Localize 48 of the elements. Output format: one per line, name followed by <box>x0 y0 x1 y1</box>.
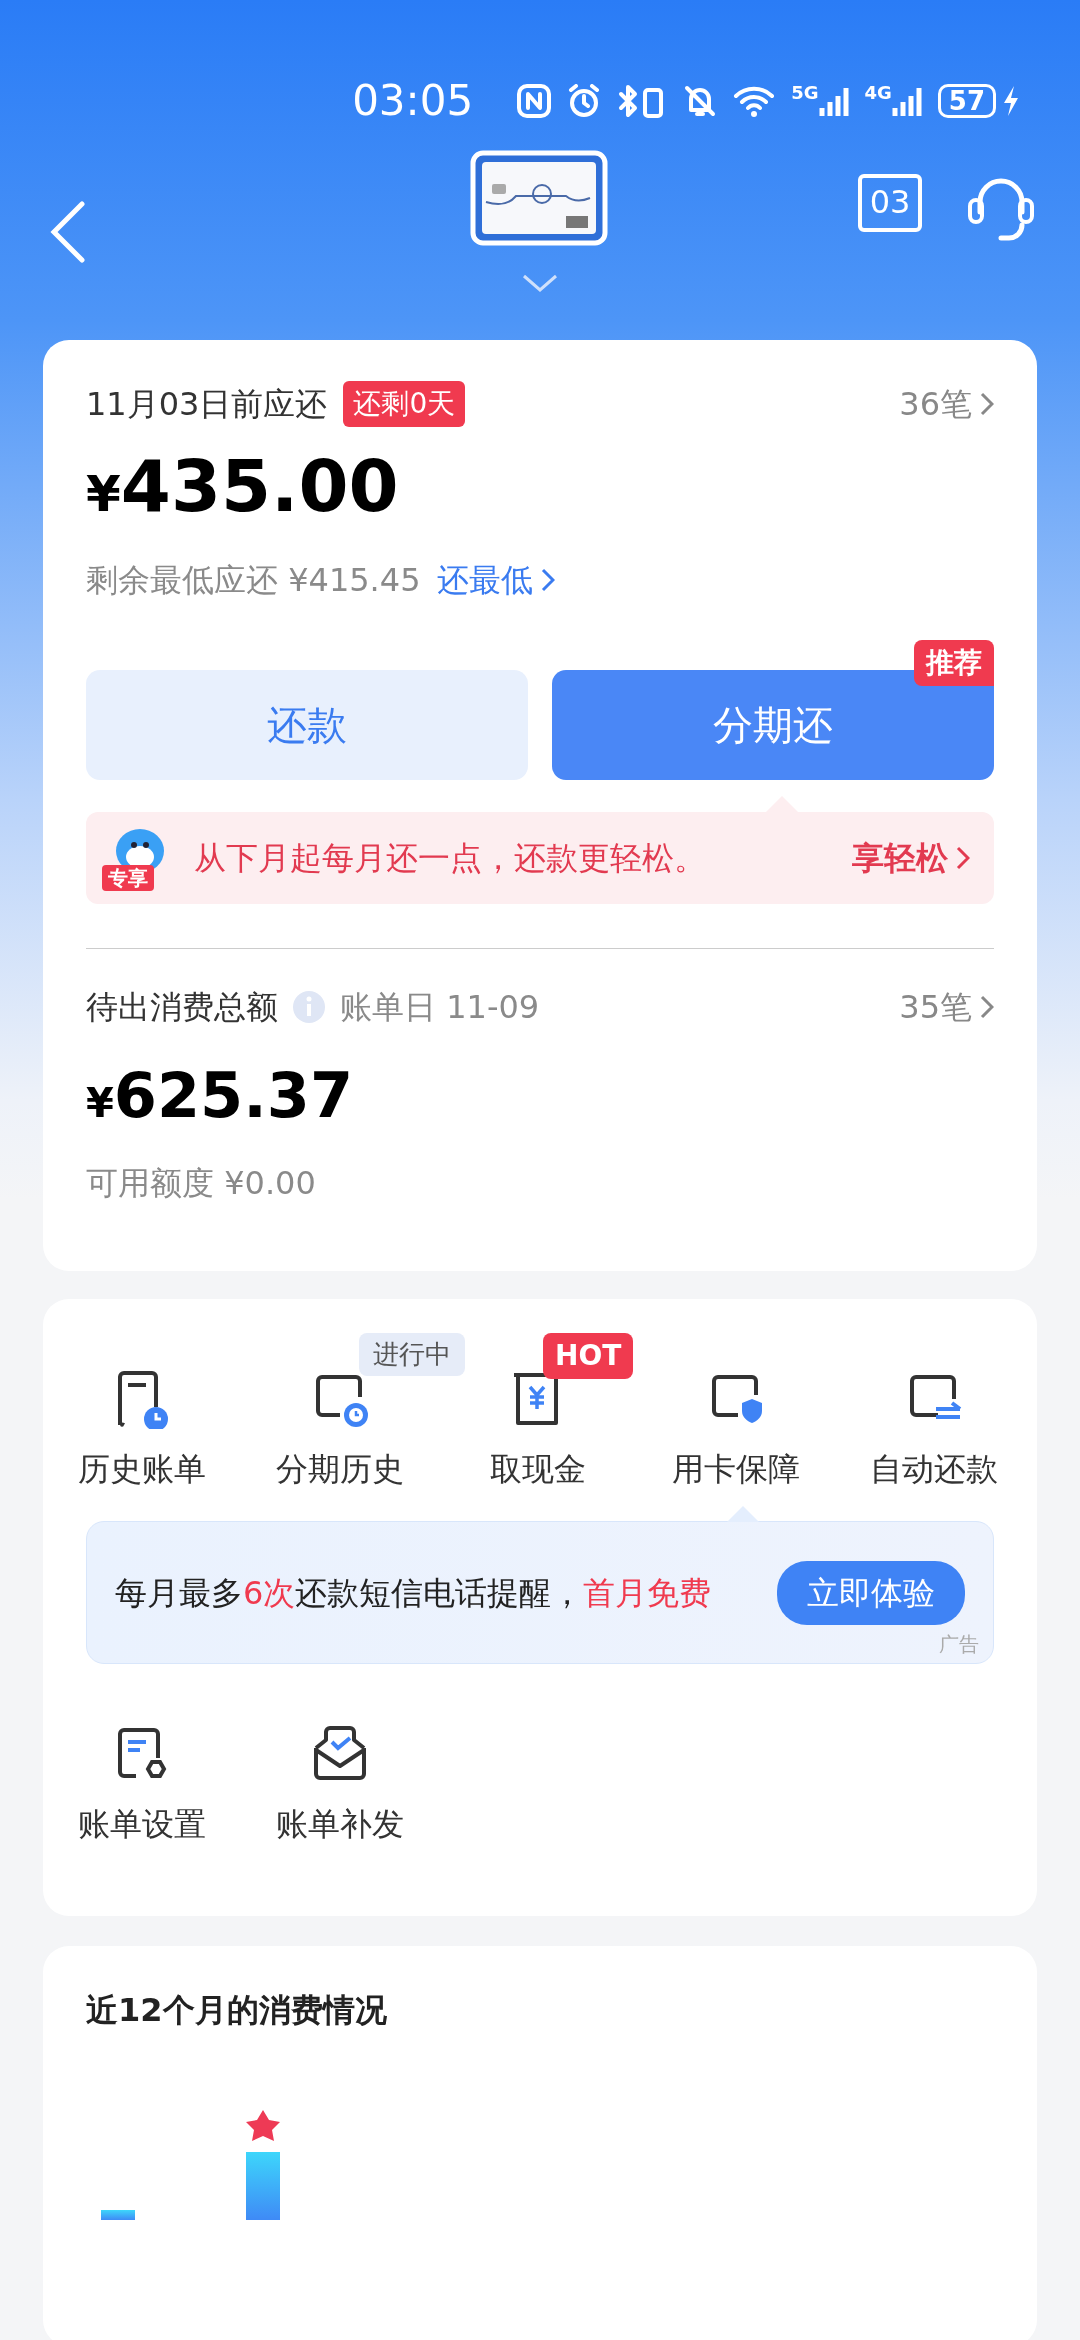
chevron-right-icon <box>956 846 970 870</box>
status-time: 03:05 <box>352 75 474 127</box>
exclusive-badge: 专享 <box>102 865 154 891</box>
service-item[interactable]: 自动还款 <box>835 1369 1033 1493</box>
alarm-icon <box>567 84 602 118</box>
back-icon[interactable] <box>48 200 88 264</box>
chevron-down-icon[interactable] <box>522 274 558 292</box>
bank-card-icon[interactable] <box>470 150 608 246</box>
chart-title: 近12个月的消费情况 <box>86 1990 388 2031</box>
calendar-icon[interactable]: 03 <box>858 174 922 232</box>
enjoy-link[interactable]: 享轻松 <box>852 834 970 882</box>
pending-amount: 625.37 <box>113 1065 354 1127</box>
chart-bar <box>101 2210 135 2220</box>
try-now-button[interactable]: 立即体验 <box>777 1560 965 1625</box>
star-icon <box>246 2110 280 2141</box>
chevron-right-icon <box>980 392 994 416</box>
countdown-badge: 还剩0天 <box>343 381 466 427</box>
repay-button[interactable]: 还款 <box>86 670 528 780</box>
bill-date: 账单日 11-09 <box>340 987 540 1028</box>
pending-label: 待出消费总额 <box>86 987 278 1028</box>
ad-text: 每月最多6次还款短信电话提醒，首月免费 <box>115 1572 712 1614</box>
mute-icon <box>683 84 718 118</box>
service-item[interactable]: 历史账单 <box>43 1369 241 1493</box>
currency-symbol: ¥ <box>86 464 121 525</box>
chart-bar <box>246 2152 280 2220</box>
chevron-right-icon <box>980 995 994 1019</box>
battery-level: 57 <box>937 84 996 118</box>
minimum-payment: 剩余最低应还 ¥415.45 <box>86 560 421 601</box>
chevron-right-icon <box>540 568 555 592</box>
network-label: 5G <box>791 84 819 102</box>
amount-due: 435.00 <box>120 450 399 522</box>
service-item[interactable]: 账单设置 <box>43 1724 241 1848</box>
service-item[interactable]: 账单补发 <box>241 1724 439 1848</box>
bill-count-link[interactable]: 36笔 <box>899 380 994 428</box>
available-credit: 可用额度 ¥0.00 <box>86 1163 317 1204</box>
recommend-badge: 推荐 <box>914 640 994 686</box>
hot-badge: HOT <box>543 1333 634 1379</box>
network-label: 4G <box>864 84 892 102</box>
nfc-icon <box>517 84 552 118</box>
ad-label: 广告 <box>939 1631 979 1658</box>
promo-text: 从下月起每月还一点，还款更轻松。 <box>194 838 706 879</box>
status-badge: 进行中 <box>359 1333 465 1376</box>
due-date-label: 11月03日前应还 <box>86 384 328 425</box>
wifi-icon <box>733 84 776 118</box>
service-item[interactable]: 用卡保障 <box>637 1369 835 1493</box>
pending-count-link[interactable]: 35笔 <box>899 983 994 1031</box>
currency-symbol: ¥ <box>86 1079 114 1128</box>
pay-minimum-link[interactable]: 还最低 <box>436 556 555 604</box>
